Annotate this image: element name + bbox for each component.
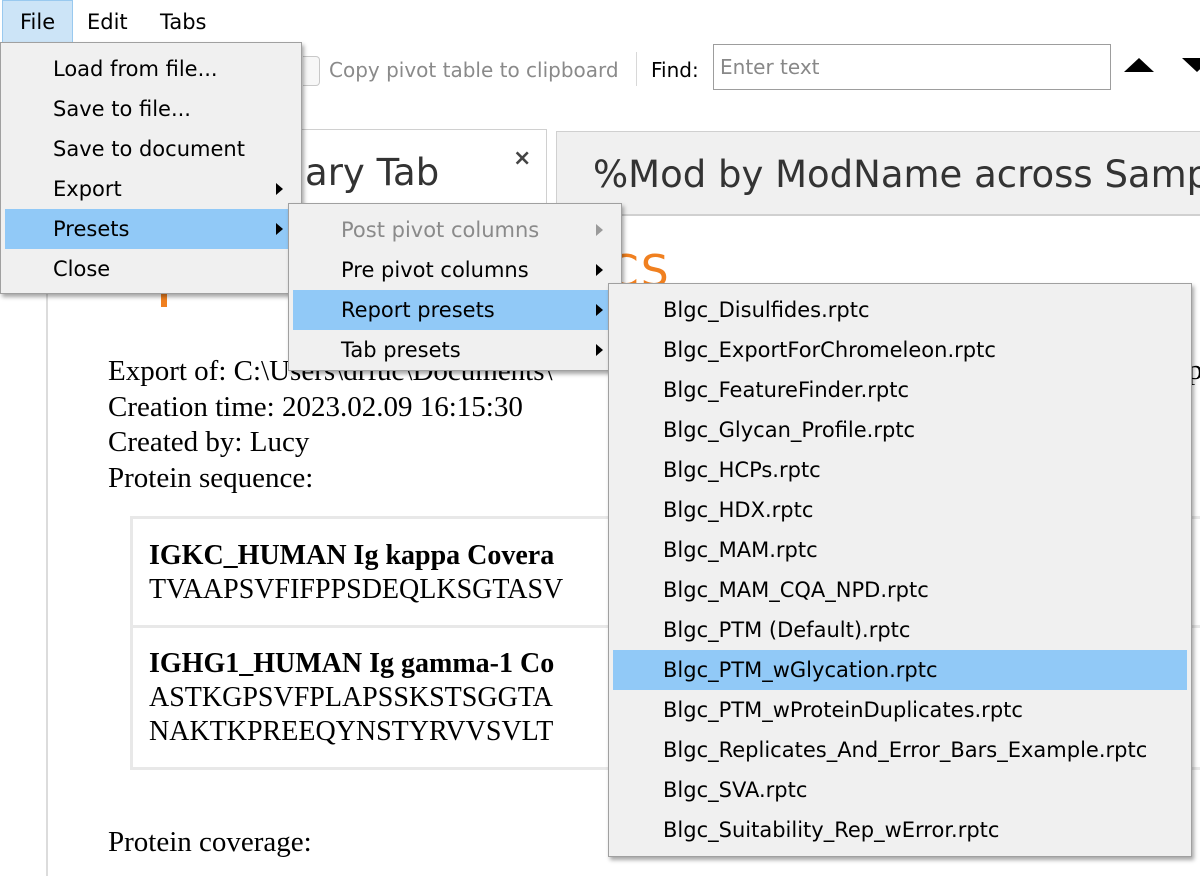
tab-mod-by-modname[interactable]: %Mod by ModName across Samp bbox=[556, 131, 1200, 221]
menu-item-pre-pivot-columns[interactable]: Pre pivot columns bbox=[293, 250, 617, 290]
find-input[interactable] bbox=[713, 44, 1111, 90]
find-label: Find: bbox=[651, 58, 699, 82]
menu-item-label: Load from file... bbox=[53, 57, 218, 81]
report-preset-item[interactable]: Blgc_Disulfides.rptc bbox=[613, 290, 1187, 330]
protein-coverage-heading: Protein coverage: bbox=[108, 826, 312, 858]
submenu-arrow-icon bbox=[276, 223, 283, 235]
menu-item-tab-presets[interactable]: Tab presets bbox=[293, 330, 617, 370]
menu-item-label: Blgc_PTM (Default).rptc bbox=[663, 618, 911, 642]
report-preset-item-selected[interactable]: Blgc_PTM_wGlycation.rptc bbox=[613, 650, 1187, 690]
report-preset-item[interactable]: Blgc_MAM_CQA_NPD.rptc bbox=[613, 570, 1187, 610]
protein-row: IGHG1_HUMAN Ig gamma-1 Co ASTKGPSVFPLAPS… bbox=[149, 647, 554, 749]
report-preset-item[interactable]: Blgc_Glycan_Profile.rptc bbox=[613, 410, 1187, 450]
submenu-arrow-icon bbox=[596, 264, 603, 276]
menu-item-report-presets[interactable]: Report presets bbox=[293, 290, 617, 330]
menu-item-label: Post pivot columns bbox=[341, 218, 540, 242]
menu-item-label: Presets bbox=[53, 217, 130, 241]
export-info: Export of: C:\Users\drfuc\Documents\ Cre… bbox=[108, 354, 553, 496]
menu-item-label: Tab presets bbox=[341, 338, 461, 362]
protein-title: IGKC_HUMAN Ig kappa Covera bbox=[149, 540, 555, 571]
menu-bar: File Edit Tabs bbox=[0, 0, 1200, 44]
protein-title: IGHG1_HUMAN Ig gamma-1 Co bbox=[149, 648, 555, 679]
menu-item-label: Blgc_SVA.rptc bbox=[663, 778, 808, 802]
menu-item-label: Pre pivot columns bbox=[341, 258, 529, 282]
menu-item-presets[interactable]: Presets bbox=[5, 209, 297, 249]
close-icon[interactable]: × bbox=[513, 146, 531, 171]
report-preset-item[interactable]: Blgc_HDX.rptc bbox=[613, 490, 1187, 530]
tab-mod-label: %Mod by ModName across Samp bbox=[593, 153, 1200, 196]
menu-item-label: Blgc_PTM_wProteinDuplicates.rptc bbox=[663, 698, 1023, 722]
menu-item-label: Blgc_Replicates_And_Error_Bars_Example.r… bbox=[663, 738, 1148, 762]
report-preset-item[interactable]: Blgc_SVA.rptc bbox=[613, 770, 1187, 810]
menu-item-load-from-file[interactable]: Load from file... bbox=[5, 49, 297, 89]
menu-item-post-pivot-columns: Post pivot columns bbox=[293, 210, 617, 250]
submenu-arrow-icon bbox=[596, 344, 603, 356]
menu-item-label: Blgc_Disulfides.rptc bbox=[663, 298, 870, 322]
report-preset-item[interactable]: Blgc_PTM_wProteinDuplicates.rptc bbox=[613, 690, 1187, 730]
protein-sequence: NAKTKPREEQYNSTYRVVSVLT bbox=[149, 716, 554, 747]
protein-sequence: TVAAPSVFIFPPSDEQLKSGTASV bbox=[149, 574, 564, 605]
report-preset-item[interactable]: Blgc_FeatureFinder.rptc bbox=[613, 370, 1187, 410]
menu-item-export[interactable]: Export bbox=[5, 169, 297, 209]
submenu-arrow-icon bbox=[596, 304, 603, 316]
menu-item-label: Blgc_HCPs.rptc bbox=[663, 458, 821, 482]
menu-item-label: Blgc_HDX.rptc bbox=[663, 498, 814, 522]
report-preset-item[interactable]: Blgc_HCPs.rptc bbox=[613, 450, 1187, 490]
menu-item-save-to-document[interactable]: Save to document bbox=[5, 129, 297, 169]
protein-row: IGKC_HUMAN Ig kappa Covera TVAAPSVFIFPPS… bbox=[149, 539, 563, 607]
creation-time: Creation time: 2023.02.09 16:15:30 bbox=[108, 390, 523, 423]
report-preset-item[interactable]: Blgc_ExportForChromeleon.rptc bbox=[613, 330, 1187, 370]
protein-sequence-heading: Protein sequence: bbox=[108, 461, 314, 494]
file-menu: Load from file... Save to file... Save t… bbox=[0, 42, 302, 294]
menu-item-label: Blgc_MAM_CQA_NPD.rptc bbox=[663, 578, 929, 602]
menu-item-label: Blgc_MAM.rptc bbox=[663, 538, 818, 562]
menu-item-label: Blgc_PTM_wGlycation.rptc bbox=[663, 658, 938, 682]
menu-item-label: Blgc_ExportForChromeleon.rptc bbox=[663, 338, 996, 362]
report-preset-item[interactable]: Blgc_Replicates_And_Error_Bars_Example.r… bbox=[613, 730, 1187, 770]
menu-item-close[interactable]: Close bbox=[5, 249, 297, 289]
presets-submenu: Post pivot columns Pre pivot columns Rep… bbox=[288, 203, 622, 371]
submenu-arrow-icon bbox=[276, 183, 283, 195]
report-preset-item[interactable]: Blgc_MAM.rptc bbox=[613, 530, 1187, 570]
toolbar-separator bbox=[636, 52, 637, 86]
copy-button-icon[interactable] bbox=[303, 56, 320, 86]
report-preset-item[interactable]: Blgc_PTM (Default).rptc bbox=[613, 610, 1187, 650]
menu-item-label: Report presets bbox=[341, 298, 495, 322]
protein-sequence: ASTKGPSVFPLAPSSKSTSGGTA bbox=[149, 682, 553, 713]
find-next-icon[interactable] bbox=[1182, 58, 1200, 72]
menu-item-label: Blgc_FeatureFinder.rptc bbox=[663, 378, 910, 402]
report-preset-item[interactable]: Blgc_Suitability_Rep_wError.rptc bbox=[613, 810, 1187, 850]
menu-item-label: Blgc_Glycan_Profile.rptc bbox=[663, 418, 916, 442]
menu-tabs[interactable]: Tabs bbox=[143, 0, 224, 42]
created-by: Created by: Lucy bbox=[108, 426, 310, 458]
copy-pivot-table-button[interactable]: Copy pivot table to clipboard bbox=[329, 58, 619, 82]
menu-edit[interactable]: Edit bbox=[70, 0, 145, 42]
find-previous-icon[interactable] bbox=[1124, 58, 1154, 72]
menu-item-label: Blgc_Suitability_Rep_wError.rptc bbox=[663, 818, 1000, 842]
submenu-arrow-icon bbox=[596, 224, 603, 236]
menu-file[interactable]: File bbox=[2, 0, 74, 43]
report-presets-submenu: Blgc_Disulfides.rptc Blgc_ExportForChrom… bbox=[608, 283, 1192, 857]
menu-item-label: Export bbox=[53, 177, 122, 201]
menu-item-save-to-file[interactable]: Save to file... bbox=[5, 89, 297, 129]
menu-item-label: Close bbox=[53, 257, 111, 281]
menu-item-label: Save to document bbox=[53, 137, 245, 161]
menu-item-label: Save to file... bbox=[53, 97, 191, 121]
